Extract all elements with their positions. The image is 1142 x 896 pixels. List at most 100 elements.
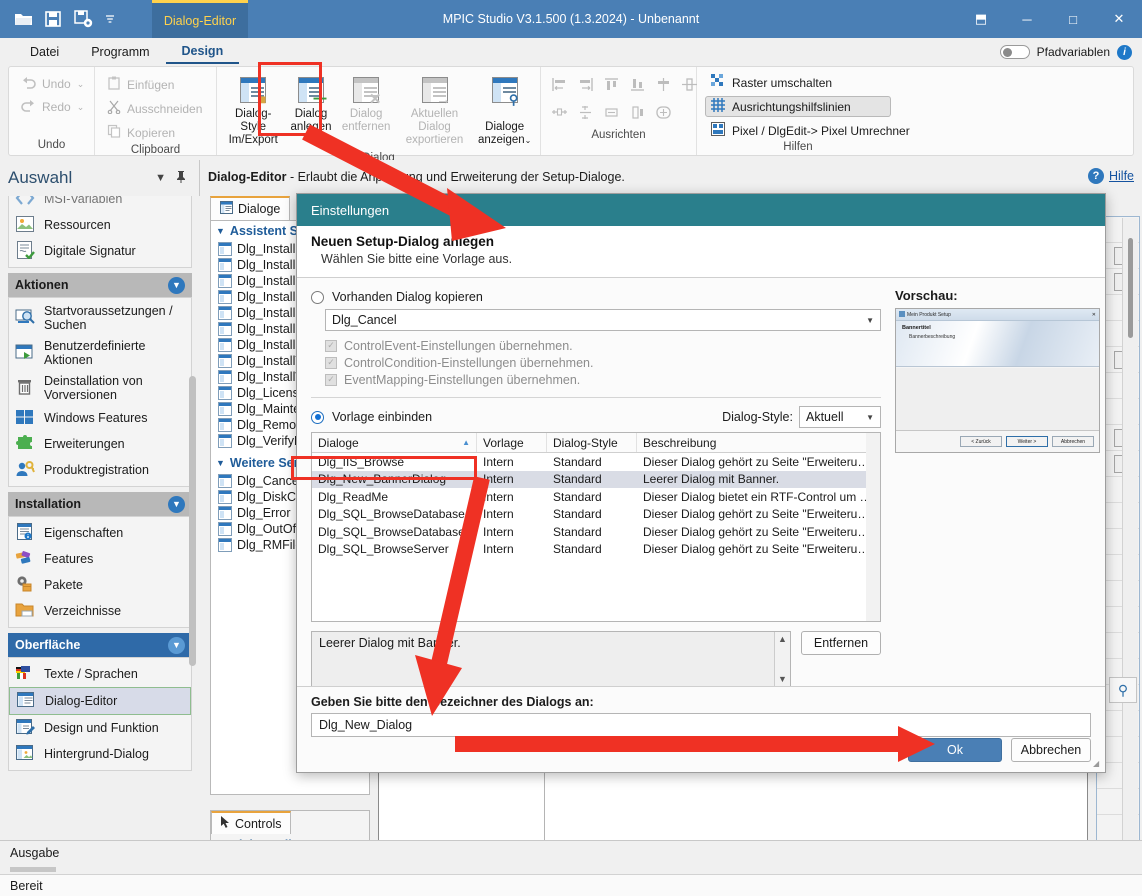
dialog-style-import-export-button[interactable]: ■ Dialog-Style Im/Export	[223, 73, 283, 152]
property-scrollbar-thumb[interactable]	[1128, 238, 1133, 338]
path-variables-toggle[interactable]	[999, 45, 1030, 59]
menu-item-design[interactable]: Design	[165, 40, 240, 64]
checkbox-controlcondition[interactable]: ✓ ControlCondition-Einstellungen überneh…	[325, 354, 881, 371]
checkbox-controlevent[interactable]: ✓ ControlEvent-Einstellungen übernehmen.	[325, 337, 881, 354]
sidebar-group-header-oberflaeche[interactable]: Oberfläche ▼	[8, 633, 192, 658]
grid-header-beschreibung[interactable]: Beschreibung	[637, 433, 880, 452]
help-link[interactable]: ? Hilfe	[1087, 168, 1134, 184]
abbrechen-button[interactable]: Abbrechen	[1011, 738, 1091, 762]
description-scrollbar[interactable]: ▲ ▼	[774, 632, 790, 686]
redo-button[interactable]: Redo ⌄	[15, 96, 90, 118]
dialog-style-combobox[interactable]: Aktuell ▼	[799, 406, 881, 428]
sidebar-item-erweiterungen[interactable]: Erweiterungen	[9, 431, 191, 457]
sidebar-item-texte-sprachen[interactable]: Texte / Sprachen	[9, 661, 191, 687]
tab-dialoge[interactable]: Dialoge	[210, 196, 291, 220]
grid-row[interactable]: Dlg_ReadMe Intern Standard Dieser Dialog bi…	[312, 488, 880, 506]
radio-vorhanden-dialog-kopieren[interactable]: Vorhanden Dialog kopieren	[311, 288, 881, 306]
save-icon[interactable]	[44, 10, 64, 28]
sidebar-scrollbar-thumb[interactable]	[189, 376, 196, 666]
align-center-horizontal-icon[interactable]	[651, 71, 675, 97]
sidebar-item-design-und-funktion[interactable]: Design und Funktion	[9, 715, 191, 741]
grid-row[interactable]: Dlg_SQL_BrowseDatabase Intern Standard Dies…	[312, 506, 880, 524]
sidebar-item-ressourcen[interactable]: Ressourcen	[9, 212, 191, 238]
sidebar-collapse-icon[interactable]: ▼	[150, 172, 171, 184]
qat-more-icon[interactable]	[104, 10, 124, 28]
dialoge-anzeigen-caret-icon[interactable]: ⌄	[525, 136, 532, 145]
grid-header-vorlage[interactable]: Vorlage	[477, 433, 547, 452]
source-dialog-combobox[interactable]: Dlg_Cancel ▼	[325, 309, 881, 331]
pixel-umrechner-button[interactable]: Pixel / DlgEdit-> Pixel Umrechner	[705, 120, 910, 141]
ok-button[interactable]: Ok	[908, 738, 1002, 762]
sidebar-item-hintergrund-dialog[interactable]: Hintergrund-Dialog	[9, 741, 191, 767]
sidebar-item-digitale-signatur[interactable]: Digitale Signatur	[9, 238, 191, 264]
align-bottom-icon[interactable]	[625, 71, 649, 97]
align-left-icon[interactable]	[547, 71, 571, 97]
property-scrollbar[interactable]	[1122, 218, 1138, 896]
distribute-vertical-icon[interactable]	[573, 99, 597, 125]
radio-button-copy[interactable]	[311, 290, 324, 304]
resize-grip-icon[interactable]: ◢	[1093, 760, 1102, 769]
sidebar-pin-icon[interactable]	[171, 170, 191, 186]
template-grid[interactable]: Dialoge ▲ Vorlage Dialog-Style Beschreib…	[311, 432, 881, 622]
chevron-down-icon[interactable]: ▼	[168, 495, 185, 513]
grid-header-dialog-style[interactable]: Dialog-Style	[547, 433, 637, 452]
scroll-up-icon[interactable]: ▲	[778, 634, 787, 644]
radio-button-template[interactable]	[311, 410, 324, 424]
maximize-button[interactable]: □	[1050, 0, 1096, 38]
copy-button[interactable]: Kopieren	[101, 121, 208, 144]
dialoge-anzeigen-button[interactable]: ⚲ Dialoge anzeigen⌄	[475, 73, 534, 152]
sidebar-item-features[interactable]: Features	[9, 546, 191, 572]
sidebar-group-header-installation[interactable]: Installation ▼	[8, 492, 192, 517]
sidebar-item-produktregistration[interactable]: Produktregistration	[9, 457, 191, 483]
close-button[interactable]: ✕	[1096, 0, 1142, 38]
grid-row[interactable]: Dlg_SQL_BrowseServer Intern Standard Dieser…	[312, 541, 880, 559]
open-icon[interactable]	[14, 10, 34, 28]
redo-caret-icon[interactable]: ⌄	[77, 102, 85, 113]
checkbox-eventmapping[interactable]: ✓ EventMapping-Einstellungen übernehmen.	[325, 371, 881, 388]
sidebar-item-msi-variablen[interactable]: MSI-Variablen	[9, 196, 191, 212]
grid-row[interactable]: Dlg_IIS_Browse Intern Standard Dieser Dialo…	[312, 453, 880, 471]
search-icon[interactable]: ⚲	[1109, 677, 1137, 703]
scroll-down-icon[interactable]: ▼	[778, 674, 787, 684]
distribute-horizontal-icon[interactable]	[547, 99, 571, 125]
same-width-icon[interactable]	[599, 99, 623, 125]
grid-row[interactable]: Dlg_SQL_BrowseDatabase Intern Standard Dies…	[312, 523, 880, 541]
grid-scrollbar[interactable]	[866, 433, 880, 621]
sidebar-item-startvoraussetzungen[interactable]: Startvoraussetzungen / Suchen	[9, 301, 191, 336]
center-in-dialog-icon[interactable]	[651, 99, 675, 125]
menu-item-programm[interactable]: Programm	[75, 41, 165, 63]
align-right-icon[interactable]	[573, 71, 597, 97]
dialog-entfernen-button[interactable]: ✕ Dialog entfernen	[339, 73, 394, 138]
sidebar-item-benutzerdefinierte-aktionen[interactable]: Benutzerdefinierte Aktionen	[9, 336, 191, 371]
ribbon-display-options-icon[interactable]: ⬒	[958, 0, 1004, 38]
sidebar-item-pakete[interactable]: Pakete	[9, 572, 191, 598]
sidebar-item-deinstallation-vorversionen[interactable]: Deinstallation von Vorversionen	[9, 371, 191, 406]
ausrichtungshilfslinien-button[interactable]: Ausrichtungshilfslinien	[705, 96, 891, 117]
info-icon[interactable]: i	[1117, 44, 1132, 60]
minimize-button[interactable]: ─	[1004, 0, 1050, 38]
dialog-anlegen-button[interactable]: ＋ Dialog anlegen	[283, 73, 338, 138]
aktuellen-dialog-exportieren-button[interactable]: → Aktuellen Dialog exportieren	[394, 73, 476, 152]
paste-button[interactable]: Einfügen	[101, 73, 208, 96]
align-top-icon[interactable]	[599, 71, 623, 97]
tab-dialog-editor[interactable]: Dialog-Editor	[152, 0, 248, 38]
sidebar-scroll-area[interactable]: MSI-Variablen Ressourcen Digitale Signat…	[0, 196, 200, 840]
sidebar-item-verzeichnisse[interactable]: Verzeichnisse	[9, 598, 191, 624]
same-height-icon[interactable]	[625, 99, 649, 125]
entfernen-button[interactable]: Entfernen	[801, 631, 881, 655]
grid-row[interactable]: Dlg_New_BannerDialog Intern Standard Leerer…	[312, 470, 880, 488]
sidebar-item-dialog-editor[interactable]: Dialog-Editor	[9, 687, 191, 716]
identifier-input[interactable]: Dlg_New_Dialog	[311, 713, 1091, 737]
sidebar-item-windows-features[interactable]: Windows Features	[9, 405, 191, 431]
undo-caret-icon[interactable]: ⌄	[77, 79, 85, 90]
save-all-icon[interactable]	[74, 10, 94, 28]
radio-vorlage-einbinden[interactable]: Vorlage einbinden	[311, 408, 432, 426]
cut-button[interactable]: Ausschneiden	[101, 97, 208, 120]
sidebar-group-header-aktionen[interactable]: Aktionen ▼	[8, 273, 192, 297]
menu-item-datei[interactable]: Datei	[14, 41, 75, 63]
undo-button[interactable]: Undo ⌄	[15, 73, 90, 95]
sidebar-item-eigenschaften[interactable]: Eigenschaften	[9, 520, 191, 546]
chevron-down-icon[interactable]: ▼	[168, 276, 185, 294]
chevron-down-icon[interactable]: ▼	[168, 636, 185, 654]
raster-umschalten-button[interactable]: Raster umschalten	[705, 72, 891, 93]
